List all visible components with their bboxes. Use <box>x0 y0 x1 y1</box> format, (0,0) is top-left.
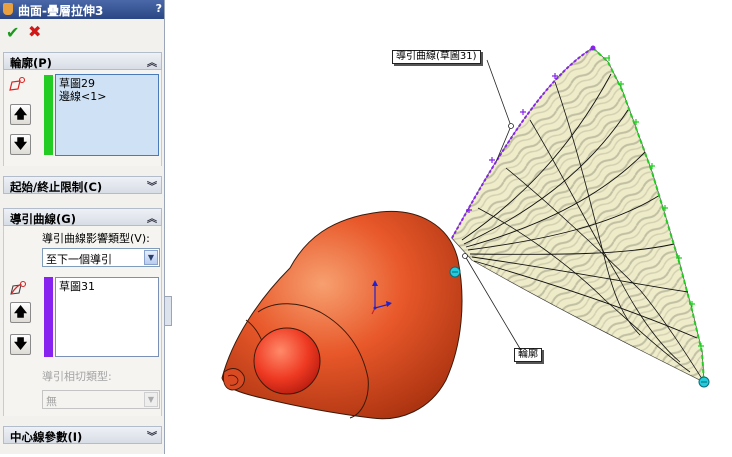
start-end-section-header[interactable]: 起始/終止限制(C) ︾ <box>3 176 162 194</box>
expand-chevron-icon[interactable]: ︾ <box>147 178 157 193</box>
ok-button[interactable]: ✔ <box>6 23 19 42</box>
loft-feature-icon <box>3 3 13 15</box>
property-manager: 曲面-疊層拉伸3 ? ✔ ✖ 輪廓(P) ︽ 🡅 🡇 草圖29 邊線<1> 起始… <box>0 0 165 454</box>
tangency-type-label: 導引相切類型: <box>42 370 112 383</box>
list-item[interactable]: 草圖31 <box>59 280 155 293</box>
chevron-down-icon[interactable]: ▼ <box>144 250 158 265</box>
move-up-button[interactable]: 🡅 <box>10 104 31 125</box>
collapse-chevron-icon[interactable]: ︽ <box>147 210 157 225</box>
collapse-chevron-icon[interactable]: ︽ <box>147 54 157 69</box>
start-handle-icon[interactable] <box>449 266 461 278</box>
help-button[interactable]: ? <box>156 2 162 15</box>
profile-section-header[interactable]: 輪廓(P) ︽ <box>3 52 162 70</box>
tangency-type-value: 無 <box>46 395 57 408</box>
loft-surface[interactable] <box>451 47 705 383</box>
guide-color-bar <box>44 277 53 357</box>
start-end-section-title: 起始/終止限制(C) <box>10 180 103 194</box>
panel-splitter-handle[interactable] <box>164 296 172 326</box>
move-down-button[interactable]: 🡇 <box>10 334 31 355</box>
chevron-down-icon[interactable]: ▼ <box>144 392 158 407</box>
influence-type-value: 至下一個導引 <box>46 253 112 266</box>
panel-title: 曲面-疊層拉伸3 <box>18 4 104 18</box>
move-down-button[interactable]: 🡇 <box>10 134 31 155</box>
profile-color-bar <box>44 75 53 155</box>
panel-titlebar: 曲面-疊層拉伸3 ? <box>0 0 164 19</box>
guide-selection-icon <box>10 280 27 295</box>
tangency-type-select[interactable]: 無 ▼ <box>42 390 160 409</box>
profile-callout[interactable]: 輪廓 <box>514 348 542 362</box>
solid-body[interactable] <box>221 210 463 420</box>
list-item[interactable]: 草圖29 <box>59 77 155 90</box>
sphere-body[interactable] <box>253 327 321 395</box>
profile-list[interactable]: 草圖29 邊線<1> <box>55 74 159 156</box>
profile-selection-icon <box>9 76 26 91</box>
profile-section-title: 輪廓(P) <box>10 56 52 70</box>
centerline-section-header[interactable]: 中心線參數(I) ︾ <box>3 426 162 444</box>
expand-chevron-icon[interactable]: ︾ <box>147 428 157 443</box>
guide-list[interactable]: 草圖31 <box>55 277 159 357</box>
influence-type-label: 導引曲線影響類型(V): <box>42 232 150 245</box>
influence-type-select[interactable]: 至下一個導引 ▼ <box>42 248 160 267</box>
centerline-section-title: 中心線參數(I) <box>10 430 83 444</box>
move-up-button[interactable]: 🡅 <box>10 302 31 323</box>
list-item[interactable]: 邊線<1> <box>59 90 155 103</box>
cancel-button[interactable]: ✖ <box>28 22 41 41</box>
action-bar: ✔ ✖ <box>0 19 164 49</box>
guide-section-body: 導引曲線影響類型(V): 至下一個導引 ▼ 🡅 🡇 草圖31 導引相切類型: 無… <box>3 226 162 416</box>
guide-curve-callout[interactable]: 導引曲線(草圖31) <box>392 50 481 64</box>
guide-section-title: 導引曲線(G) <box>10 212 76 226</box>
profile-section-body: 🡅 🡇 草圖29 邊線<1> <box>3 70 162 166</box>
end-handle-icon[interactable] <box>698 376 710 388</box>
guide-section-header[interactable]: 導引曲線(G) ︽ <box>3 208 162 226</box>
